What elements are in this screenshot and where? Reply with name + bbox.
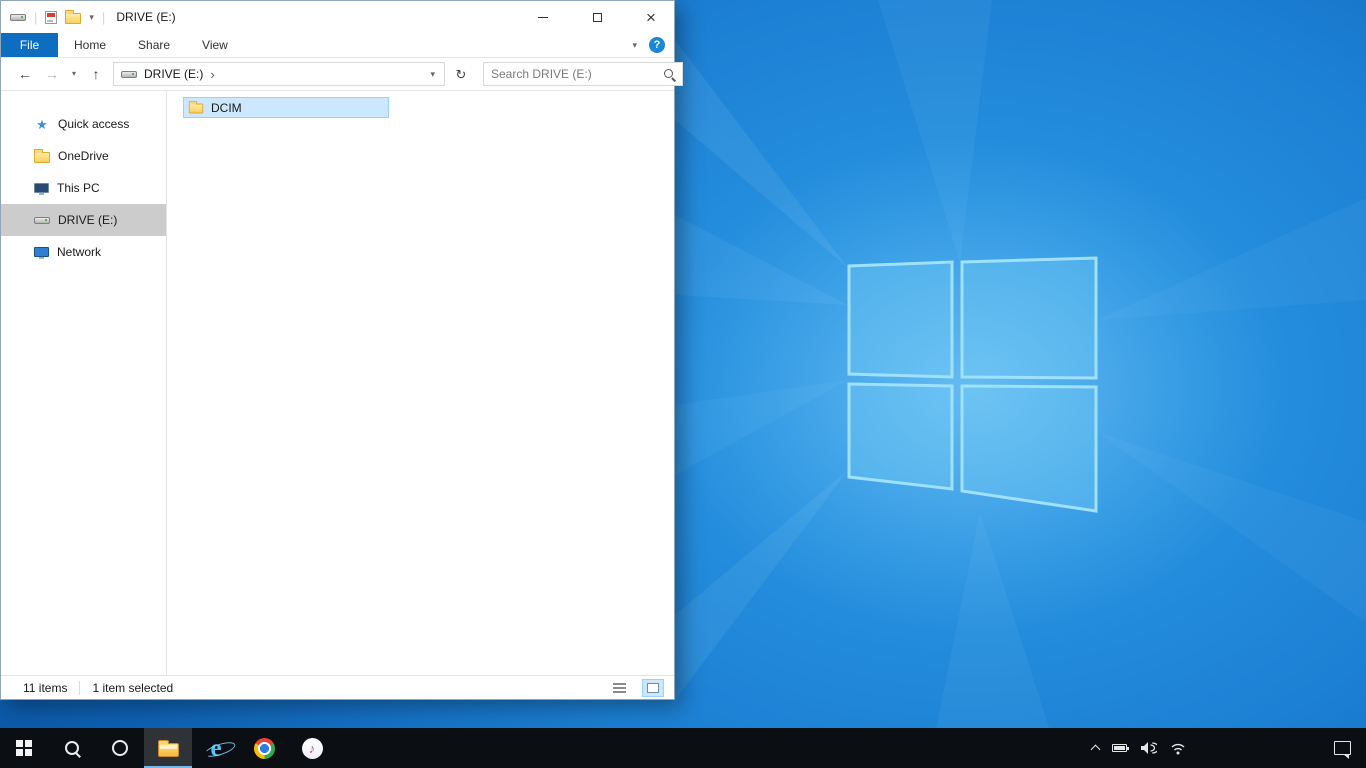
battery-icon [1112,744,1129,752]
itunes-icon: ♪ [301,737,323,759]
sidebar-item-network[interactable]: Network [1,236,166,268]
light-rays [675,0,1366,768]
search-input[interactable] [491,67,662,81]
address-dropdown-icon[interactable]: ▾ [425,69,440,79]
show-hidden-icons-button[interactable] [1090,743,1101,755]
customize-toolbar-chevron-icon[interactable]: ▾ [89,12,94,22]
wifi-icon [1171,743,1185,754]
minimize-button[interactable] [520,1,566,33]
star-icon: ★ [36,116,48,132]
folder-label: DCIM [211,100,242,115]
ribbon-right: ▾ ? [632,33,674,57]
onedrive-icon [34,149,50,163]
window-title: DRIVE (E:) [116,10,176,24]
large-icons-view-icon [647,682,659,693]
separator: | [34,9,38,25]
taskbar: e ♪ [0,728,1366,768]
close-icon: × [646,7,656,27]
chrome-icon [253,737,275,759]
sidebar-item-this-pc[interactable]: This PC [1,172,166,204]
folder-item-dcim[interactable]: DCIM [183,97,389,118]
new-folder-icon[interactable] [65,10,82,24]
maximize-button[interactable] [574,1,620,33]
volume-tray-button[interactable] [1140,741,1157,755]
tab-view[interactable]: View [186,33,244,57]
sidebar-item-onedrive[interactable]: OneDrive [1,140,166,172]
drive-icon [121,70,137,78]
cortana-icon [112,740,128,756]
cortana-button[interactable] [96,728,144,768]
titlebar[interactable]: | ▾ | DRIVE (E:) × [1,1,674,33]
system-tray [1090,728,1318,768]
recent-locations-chevron-icon[interactable]: ▾ [69,70,79,78]
battery-tray-button[interactable] [1112,744,1129,752]
sidebar-item-label: OneDrive [58,149,109,163]
search-box[interactable] [483,62,683,86]
separator [79,680,81,695]
status-bar: 11 items 1 item selected [1,675,674,699]
sidebar-item-label: This PC [57,181,100,195]
sidebar-item-label: Network [57,245,102,259]
chevron-up-icon [1090,744,1101,755]
help-icon[interactable]: ? [649,37,665,53]
file-explorer-icon [157,740,179,757]
sidebar-item-label: Quick access [58,117,130,131]
refresh-button[interactable]: ↻ [452,68,470,81]
close-button[interactable]: × [628,1,674,33]
back-button[interactable]: ← [15,67,35,81]
breadcrumb-chevron-icon[interactable]: › [210,68,214,81]
forward-button[interactable]: → [42,67,62,81]
file-list[interactable]: DCIM [167,91,674,675]
speaker-icon [1141,742,1157,754]
window-body: ★ Quick access OneDrive This PC DRIVE (E… [1,91,674,675]
file-tab[interactable]: File [1,33,58,57]
maximize-icon [592,12,602,22]
large-icons-view-button[interactable] [642,678,664,697]
items-count: 11 items [23,680,68,695]
details-view-icon [612,682,626,693]
file-explorer-window: | ▾ | DRIVE (E:) × File Home Share View … [0,0,683,700]
action-center-icon [1333,741,1351,759]
sidebar-item-quick-access[interactable]: ★ Quick access [1,108,166,140]
this-pc-icon [34,183,49,195]
ribbon-spacer [244,33,633,57]
taskbar-itunes-button[interactable]: ♪ [288,728,336,768]
navigation-pane: ★ Quick access OneDrive This PC DRIVE (E… [1,91,167,675]
folder-icon [188,100,204,114]
navigation-bar: ← → ▾ ↑ DRIVE (E:) › ▾ ↻ [1,58,683,91]
taskbar-file-explorer-button[interactable] [144,728,192,768]
start-button[interactable] [0,728,48,768]
windows-logo-icon [16,740,32,756]
drive-icon [10,13,26,21]
search-icon [63,739,82,758]
taskbar-chrome-button[interactable] [240,728,288,768]
sidebar-item-drive-e[interactable]: DRIVE (E:) [1,204,166,236]
taskbar-internet-explorer-button[interactable]: e [192,728,240,768]
tab-share[interactable]: Share [122,33,186,57]
desktop: | ▾ | DRIVE (E:) × File Home Share View … [0,0,1366,768]
up-button[interactable]: ↑ [86,67,106,81]
minimize-icon [538,16,548,18]
music-note-icon: ♪ [308,740,316,756]
network-icon [34,247,49,259]
selected-count: 1 item selected [92,680,174,695]
breadcrumb-drive[interactable]: DRIVE (E:) [144,67,203,81]
tab-home[interactable]: Home [58,33,122,57]
expand-ribbon-chevron-icon[interactable]: ▾ [632,40,637,50]
ribbon-tabs: File Home Share View ▾ ? [1,33,674,58]
address-bar[interactable]: DRIVE (E:) › ▾ [113,62,445,86]
taskbar-search-button[interactable] [48,728,96,768]
action-center-button[interactable] [1318,728,1366,768]
sidebar-item-label: DRIVE (E:) [58,213,118,227]
search-icon[interactable] [662,67,677,82]
details-view-button[interactable] [608,679,630,697]
properties-icon[interactable] [45,10,58,24]
windows-logo-panes [847,256,1098,513]
internet-explorer-icon: e [210,734,222,762]
drive-icon [34,216,50,224]
separator: | [101,9,106,25]
network-tray-button[interactable] [1170,742,1186,755]
